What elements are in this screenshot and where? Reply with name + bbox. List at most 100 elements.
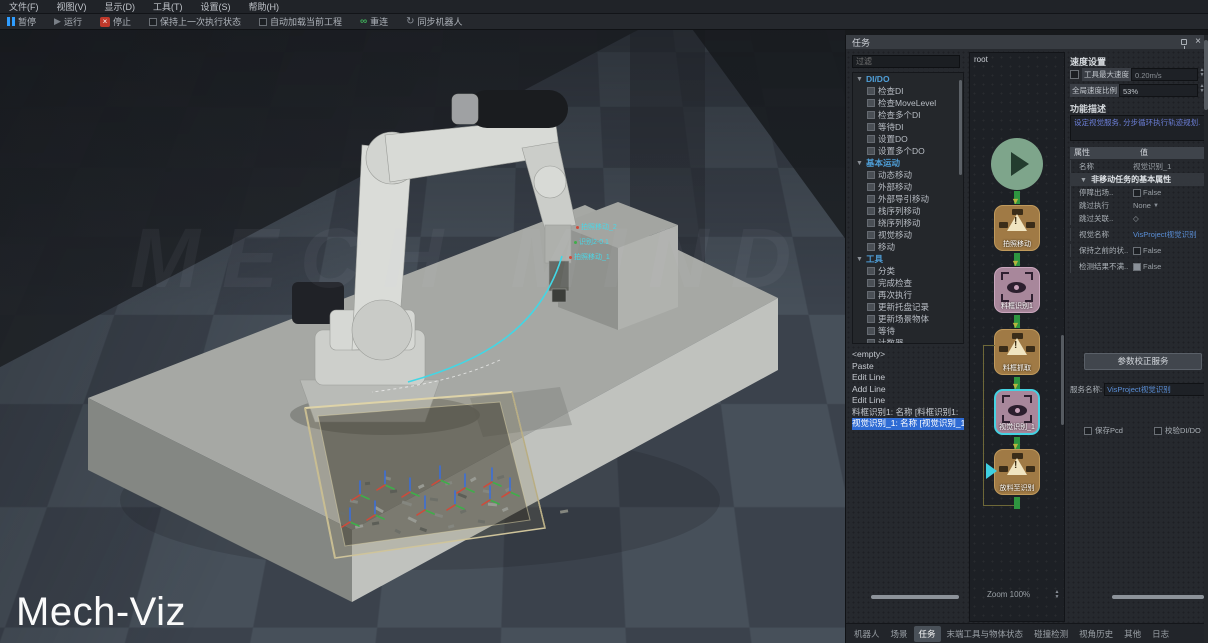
tab-log[interactable]: 日志 xyxy=(1147,626,1174,642)
tree-item[interactable]: 栈序列移动 xyxy=(853,205,963,217)
waypoint-text: 拍照移动_2 xyxy=(581,222,617,232)
tree-item[interactable]: 等待 xyxy=(853,325,963,337)
property-row[interactable]: 检测结果不满.. False xyxy=(1070,260,1206,273)
tab-end-tool[interactable]: 末端工具与物体状态 xyxy=(942,626,1029,642)
tree-category-basic-motion[interactable]: ▼ 基本运动 xyxy=(853,157,963,169)
tree-scrollbar[interactable] xyxy=(959,80,962,175)
tree-item[interactable]: 更新场景物体 xyxy=(853,313,963,325)
checkbox-icon[interactable] xyxy=(1133,189,1141,197)
tool-speed-input[interactable]: 0.20m/s xyxy=(1131,68,1198,81)
stop-button[interactable]: × 停止 xyxy=(93,14,138,30)
tree-category-tools[interactable]: ▼ 工具 xyxy=(853,253,963,265)
tree-item[interactable]: 外部导引移动 xyxy=(853,193,963,205)
workflow-start-node[interactable] xyxy=(991,138,1043,190)
workflow-node-place-move[interactable]: ! 放料至识别 xyxy=(994,449,1040,495)
zoom-stepper[interactable]: ▲▼ xyxy=(1053,590,1061,600)
tree-item[interactable]: 分类 xyxy=(853,265,963,277)
waypoint-label[interactable]: 拍照移动_2 xyxy=(576,222,617,232)
step-icon xyxy=(867,303,875,311)
waypoint-label[interactable]: 识别2-0.1 xyxy=(574,237,609,247)
menu-file[interactable]: 文件(F) xyxy=(0,0,48,14)
menu-tools[interactable]: 工具(T) xyxy=(144,0,192,14)
history-row[interactable]: Edit Line xyxy=(852,395,964,407)
close-icon[interactable]: × xyxy=(1195,37,1201,47)
menu-settings[interactable]: 设置(S) xyxy=(192,0,240,14)
workflow-scrollbar[interactable] xyxy=(1061,335,1064,425)
scrollbar-thumb[interactable] xyxy=(1204,40,1208,110)
task-panel: 任务 × ▼ DI/DO 检查DI 检查MoveLevel 检查多个DI 等待D… xyxy=(845,35,1208,643)
menu-display[interactable]: 显示(D) xyxy=(96,0,145,14)
parameter-calibration-button[interactable]: 参数校正服务 xyxy=(1084,353,1202,370)
workflow-node-bin-pick[interactable]: ! 料框抓取 xyxy=(994,329,1040,375)
3d-viewport[interactable]: MECH MIND 拍照移动_2 识别2-0.1 拍照移动_1 Mech-Viz xyxy=(0,30,845,643)
property-row[interactable]: 跳过关联.. ◇ xyxy=(1070,212,1206,225)
history-row-selected[interactable]: 视觉识别_1: 名称 [视觉识别_1] xyxy=(852,418,964,430)
property-group-header[interactable]: ▼ 非移动任务的基本属性 xyxy=(1070,173,1206,186)
pause-button[interactable]: 暂停 xyxy=(0,14,43,30)
property-row[interactable]: 保持之前的状.. False xyxy=(1070,244,1206,257)
tool-speed-checkbox[interactable] xyxy=(1070,70,1079,79)
window-scrollbar[interactable] xyxy=(1204,35,1208,643)
horizontal-scrollbar[interactable] xyxy=(1112,595,1204,599)
reconnect-button[interactable]: ∞ 重连 xyxy=(353,14,395,30)
history-row[interactable]: <empty> xyxy=(852,349,964,361)
tree-item[interactable]: 移动 xyxy=(853,241,963,253)
tree-item[interactable]: 计数器 xyxy=(853,337,963,344)
service-name-select[interactable]: VisProject视觉识别 xyxy=(1104,383,1206,396)
tab-collision[interactable]: 碰撞检测 xyxy=(1029,626,1073,642)
verify-dido-checkbox[interactable]: 校验DI/DO xyxy=(1154,425,1201,436)
step-icon xyxy=(867,171,875,179)
tree-item[interactable]: 更新托盘记录 xyxy=(853,301,963,313)
tree-item[interactable]: 完成检查 xyxy=(853,277,963,289)
tab-others[interactable]: 其他 xyxy=(1119,626,1146,642)
keep-state-checkbox[interactable]: 保持上一次执行状态 xyxy=(142,14,248,30)
step-icon xyxy=(867,267,875,275)
node-label: 料框抓取 xyxy=(995,363,1039,373)
tab-robot[interactable]: 机器人 xyxy=(849,626,885,642)
tab-scene[interactable]: 场景 xyxy=(886,626,913,642)
tree-item[interactable]: 设置多个DO xyxy=(853,145,963,157)
tree-item[interactable]: 等待DI xyxy=(853,121,963,133)
checkbox-checked-icon[interactable] xyxy=(1133,263,1141,271)
history-row[interactable]: Add Line xyxy=(852,384,964,396)
tree-item[interactable]: 检查MoveLevel xyxy=(853,97,963,109)
history-row[interactable]: Edit Line xyxy=(852,372,964,384)
tree-item[interactable]: 绕序列移动 xyxy=(853,217,963,229)
waypoint-label[interactable]: 拍照移动_1 xyxy=(569,252,610,262)
tree-category-dido[interactable]: ▼ DI/DO xyxy=(853,73,963,85)
workflow-node-bin-recognize[interactable]: 料框识别1 xyxy=(994,267,1040,313)
dropdown-arrow-icon[interactable]: ▼ xyxy=(1153,203,1159,209)
workflow-node-vision-recognize-selected[interactable]: 视觉识别_1 xyxy=(994,389,1040,435)
autoload-checkbox[interactable]: 自动加载当前工程 xyxy=(252,14,349,30)
tree-item[interactable]: 设置DO xyxy=(853,133,963,145)
tab-view-history[interactable]: 视角历史 xyxy=(1074,626,1118,642)
tree-item[interactable]: 外部移动 xyxy=(853,181,963,193)
filter-input[interactable] xyxy=(852,55,960,68)
tree-item[interactable]: 动态移动 xyxy=(853,169,963,181)
tree-item[interactable]: 视觉移动 xyxy=(853,229,963,241)
property-value: False xyxy=(1143,246,1161,255)
workflow-node-capture-move[interactable]: ! 拍照移动 xyxy=(994,205,1040,251)
horizontal-scrollbar[interactable] xyxy=(871,595,959,599)
tree-item[interactable]: 检查多个DI xyxy=(853,109,963,121)
global-speed-input[interactable]: 53% xyxy=(1119,84,1198,97)
connector xyxy=(1014,497,1020,509)
property-row-vision-name[interactable]: 视觉名称 VisProject视觉识别 xyxy=(1070,228,1206,241)
pin-icon[interactable] xyxy=(1181,39,1187,45)
mech-viz-watermark: Mech-Viz xyxy=(16,590,186,635)
checkbox-icon[interactable] xyxy=(1133,247,1141,255)
tree-item[interactable]: 检查DI xyxy=(853,85,963,97)
menu-help[interactable]: 帮助(H) xyxy=(240,0,289,14)
tab-task[interactable]: 任务 xyxy=(914,626,941,642)
history-row[interactable]: 料框识别1: 名称 [料框识别1: xyxy=(852,407,964,419)
tree-item[interactable]: 再次执行 xyxy=(853,289,963,301)
menu-view[interactable]: 视图(V) xyxy=(48,0,96,14)
property-row-name[interactable]: 名称 视觉识别_1 xyxy=(1070,160,1206,173)
function-description: 设定视觉服务, 分步循环执行轨迹规划. xyxy=(1070,115,1206,141)
history-row[interactable]: Paste xyxy=(852,361,964,373)
property-row[interactable]: 跳过执行 None ▼ xyxy=(1070,199,1206,212)
run-button[interactable]: ▶ 运行 xyxy=(47,14,89,30)
property-row[interactable]: 停障出场.. False xyxy=(1070,186,1206,199)
save-pcd-checkbox[interactable]: 保存Pcd xyxy=(1084,425,1123,436)
sync-robot-button[interactable]: ↻ 同步机器人 xyxy=(399,14,469,30)
